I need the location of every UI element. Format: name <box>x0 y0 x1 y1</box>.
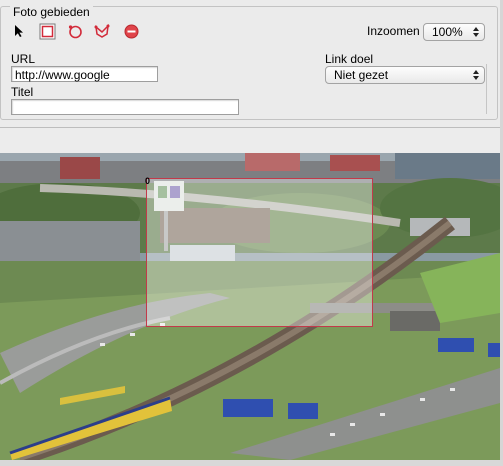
polygon-tool-button[interactable] <box>93 22 111 40</box>
link-target-value: Niet gezet <box>334 68 389 82</box>
select-arrows-icon <box>473 70 479 80</box>
url-label: URL <box>11 52 36 66</box>
divider <box>486 64 487 114</box>
circle-tool-button[interactable] <box>66 22 84 40</box>
pointer-icon <box>15 25 23 37</box>
select-arrows-icon <box>473 27 479 37</box>
pointer-tool-button[interactable] <box>10 22 28 40</box>
title-label: Titel <box>11 85 34 99</box>
link-target-select[interactable]: Niet gezet <box>325 66 485 84</box>
zoom-select[interactable]: 100% <box>423 23 485 41</box>
bottom-edge <box>0 460 503 466</box>
delete-area-button[interactable] <box>122 22 140 40</box>
zoom-label: Inzoomen <box>367 24 420 38</box>
fieldset-legend: Foto gebieden <box>10 5 93 19</box>
link-target-label: Link doel <box>325 52 374 66</box>
url-input[interactable]: http://www.google <box>11 66 158 82</box>
image-map-area-selection[interactable] <box>146 178 373 327</box>
photo-canvas[interactable]: 0 <box>0 153 500 460</box>
area-editor-panel: Foto gebieden Inzoomen 100% URL http://w… <box>0 0 501 128</box>
polygon-icon <box>94 23 109 38</box>
zoom-value: 100% <box>432 25 463 39</box>
circle-icon <box>68 25 82 39</box>
area-index-label: 0 <box>145 176 151 186</box>
title-input[interactable] <box>11 99 239 115</box>
rectangle-tool-button[interactable] <box>38 22 56 40</box>
rectangle-icon <box>39 23 55 39</box>
delete-icon <box>124 24 138 38</box>
